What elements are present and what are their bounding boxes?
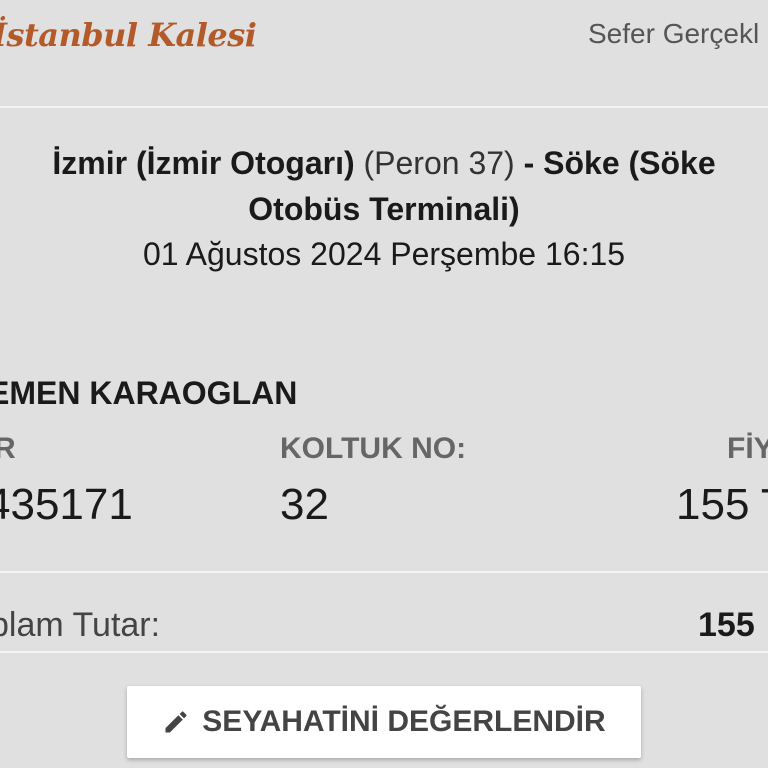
header-status-text: Sefer Gerçekl	[588, 18, 760, 49]
divider	[0, 651, 768, 653]
ticket-number-label: R	[0, 432, 16, 465]
divider	[0, 571, 768, 573]
price-label: FİY	[727, 432, 768, 465]
divider	[0, 106, 768, 108]
total-amount-label: plam Tutar:	[0, 606, 161, 644]
pencil-icon	[162, 708, 190, 736]
destination-text-cont: Otobüs Terminali)	[248, 191, 520, 227]
seat-number-value: 32	[280, 480, 329, 529]
rate-trip-label: SEYAHATİNİ DEĞERLENDİR	[202, 705, 606, 738]
destination-text: - Söke (Söke	[523, 145, 716, 181]
price-value: 155 T	[676, 480, 768, 529]
ticket-number-value: 435171	[0, 480, 133, 529]
route-text: İzmir (İzmir Otogarı) (Peron 37) - Söke …	[20, 140, 748, 232]
rate-trip-button[interactable]: SEYAHATİNİ DEĞERLENDİR	[127, 686, 641, 758]
origin-text: İzmir (İzmir Otogarı)	[52, 145, 355, 181]
departure-datetime: 01 Ağustos 2024 Perşembe 16:15	[142, 236, 626, 272]
total-amount-value: 155	[698, 606, 755, 644]
passenger-name: EMEN KARAOGLAN	[0, 375, 298, 411]
seat-number-label: KOLTUK NO:	[280, 432, 467, 465]
platform-text: (Peron 37)	[363, 145, 515, 181]
brand-logo: İstanbul Kalesi	[0, 16, 257, 54]
